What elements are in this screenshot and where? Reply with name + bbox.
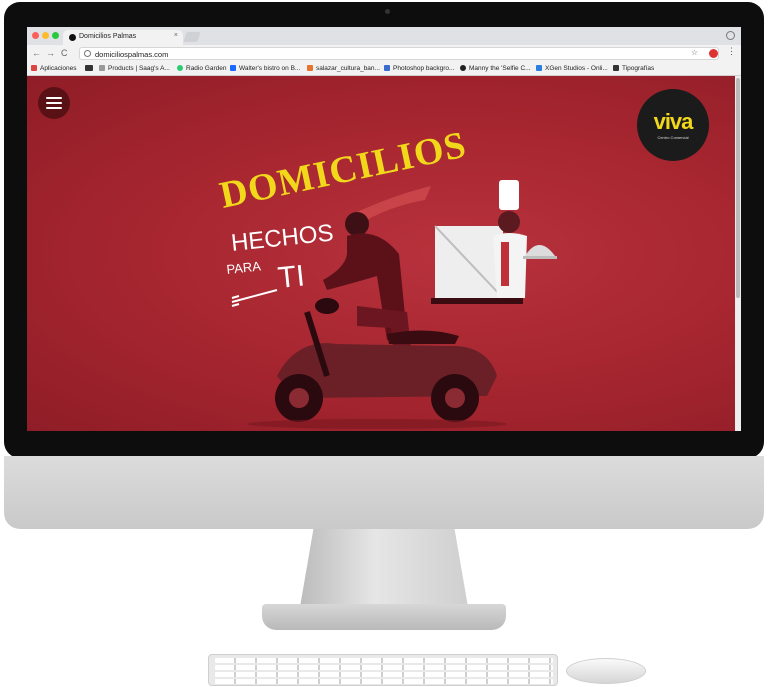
viva-logo[interactable]: viva Centro Comercial (637, 89, 709, 161)
delivery-illustration: DOMICILIOS HECHOS PARA TI (216, 124, 557, 429)
chef-hat (499, 180, 519, 210)
subline-hechos: HECHOS (230, 219, 335, 257)
profile-icon[interactable] (726, 31, 735, 40)
url-text[interactable]: domiciliospalmas.com (95, 50, 168, 59)
bookmark-label: Tipografías (622, 65, 655, 72)
headline-text: DOMICILIOS (216, 124, 470, 217)
monitor-stand (300, 529, 468, 607)
reload-icon[interactable]: C (61, 47, 68, 59)
browser-window: Domicilios Palmas × ← → C domiciliospalm… (27, 27, 741, 431)
browser-menu-icon[interactable]: ⋮ (727, 46, 736, 57)
scroll-thumb[interactable] (736, 78, 740, 298)
tab-strip: Domicilios Palmas × (27, 27, 741, 45)
bookmark-label: Radio Garden (186, 65, 227, 72)
chef-body (493, 233, 527, 298)
bookmark-item[interactable]: Walter's bistro on B... (230, 65, 300, 72)
subline-ti: TI (276, 259, 306, 295)
keyboard (208, 654, 558, 686)
bookmark-item[interactable]: Products | Saag's A... (99, 65, 170, 72)
bookmark-item[interactable]: Manny the 'Selfie C... (460, 65, 531, 72)
monitor-foot (262, 604, 506, 630)
bookmark-item[interactable]: salazar_cultura_ban... (307, 65, 380, 72)
monitor-chin (4, 456, 764, 529)
key-row (215, 672, 553, 677)
bookmark-label: Manny the 'Selfie C... (469, 65, 531, 72)
rider-head (345, 212, 369, 236)
new-tab-button[interactable] (183, 32, 201, 42)
bookmark-label: XGen Studios - Onli... (545, 65, 608, 72)
saag-icon (99, 65, 105, 71)
subline-para: PARA (226, 258, 262, 277)
bookmark-label: Products | Saag's A... (108, 65, 170, 72)
bookmarks-bar: Aplicaciones Products | Saag's A... Radi… (27, 62, 741, 76)
bookmark-item[interactable]: Aplicaciones (31, 65, 77, 72)
browser-toolbar: ← → C domiciliospalmas.com ☆ ⋮ (27, 45, 741, 62)
serving-cloche (525, 245, 555, 256)
rider-scarf (357, 186, 431, 222)
extension-icon[interactable] (709, 49, 718, 58)
bookmark-label: Photoshop backgro... (393, 65, 455, 72)
bookmark-label: salazar_cultura_ban... (316, 65, 380, 72)
menu-line (46, 107, 62, 109)
tab-title: Domicilios Palmas (79, 33, 137, 40)
typography-icon (613, 65, 619, 71)
menu-line (46, 97, 62, 99)
info-icon[interactable] (84, 50, 91, 57)
bookmark-dark-icon (85, 65, 93, 71)
key-row (215, 665, 553, 670)
logo-subtitle: Centro Comercial (657, 135, 689, 140)
back-icon[interactable]: ← (32, 47, 41, 59)
address-bar[interactable]: domiciliospalmas.com ☆ (79, 47, 719, 60)
bookmark-star-icon[interactable]: ☆ (691, 48, 698, 57)
site-favicon-icon (69, 34, 76, 41)
radio-garden-icon (177, 65, 183, 71)
maximize-window-icon[interactable] (52, 32, 59, 39)
logo-word: viva (653, 109, 694, 134)
behance-icon (230, 65, 236, 71)
menu-button[interactable] (38, 87, 70, 119)
page-scrollbar[interactable] (735, 76, 741, 431)
mouse (566, 658, 646, 684)
hero-section: DOMICILIOS HECHOS PARA TI viva Centro Co… (27, 76, 741, 431)
apps-grid-icon (31, 65, 37, 71)
key-row (215, 679, 553, 684)
bookmark-item[interactable]: Photoshop backgro... (384, 65, 454, 72)
manny-icon (460, 65, 466, 71)
pen-icon (384, 65, 390, 71)
forward-icon[interactable]: → (46, 47, 55, 59)
tab-close-icon[interactable]: × (174, 32, 178, 39)
minimize-window-icon[interactable] (42, 32, 49, 39)
imac-mockup: Domicilios Palmas × ← → C domiciliospalm… (0, 0, 768, 687)
xgen-icon (536, 65, 542, 71)
bookmark-label: Aplicaciones (40, 65, 77, 72)
image-icon (307, 65, 313, 71)
tab-domicilios-palmas[interactable]: Domicilios Palmas × (63, 30, 183, 45)
scooter-seat (387, 330, 459, 344)
bookmark-label: Walter's bistro on B... (239, 65, 301, 72)
close-window-icon[interactable] (32, 32, 39, 39)
bookmark-item[interactable]: Radio Garden (177, 65, 226, 72)
bookmark-item[interactable]: XGen Studios - Onli... (536, 65, 608, 72)
menu-line (46, 102, 62, 104)
key-row (215, 658, 553, 663)
fork-icon (231, 289, 278, 307)
bookmark-item[interactable]: Tipografías (613, 65, 654, 72)
box-rack (431, 298, 523, 304)
bookmark-item[interactable] (85, 65, 96, 72)
camera-icon (385, 9, 390, 14)
